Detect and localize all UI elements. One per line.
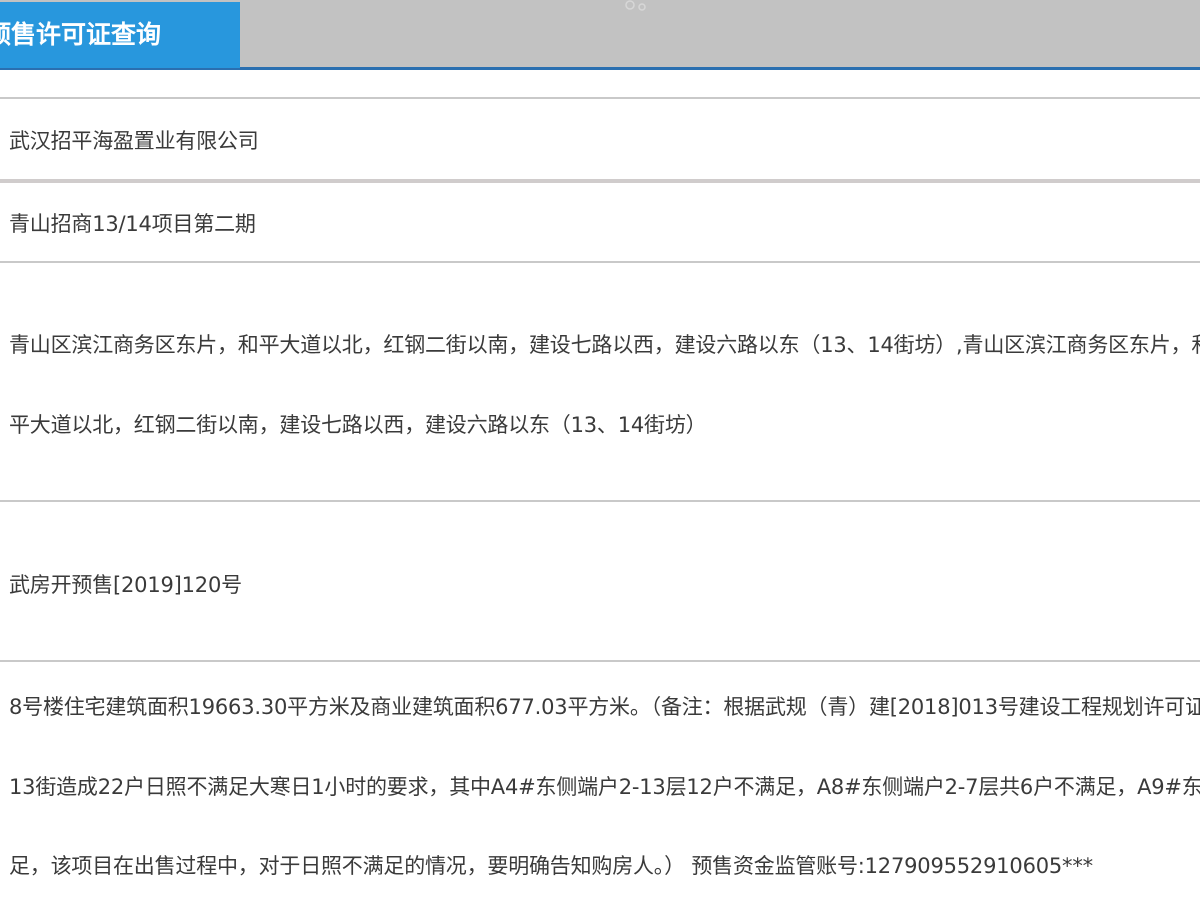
presale-license-page: 预售许可证查询 武汉招平海盈置业有限公司 青山招商13/14项目第二期 青山区滨…	[0, 0, 1200, 900]
watermark-icon	[625, 0, 646, 11]
location-row: 青山区滨江商务区东片，和平大道以北，红钢二街以南，建设七路以西，建设六路以东（1…	[0, 263, 1200, 500]
tab-bar: 预售许可证查询	[0, 0, 1200, 70]
company-name: 武汉招平海盈置业有限公司	[9, 129, 259, 153]
location-line: 平大道以北，红钢二街以南，建设七路以西，建设六路以东（13、14街坊）	[9, 413, 707, 437]
license-number: 武房开预售[2019]120号	[9, 573, 242, 597]
project-name: 青山招商13/14项目第二期	[9, 212, 256, 236]
remarks-line: 足，该项目在出售过程中，对于日照不满足的情况，要明确告知购房人。） 预售资金监管…	[9, 854, 1093, 878]
remarks-line: 13街造成22户日照不满足大寒日1小时的要求，其中A4#东侧端户2-13层12户…	[9, 775, 1200, 799]
company-row: 武汉招平海盈置业有限公司	[0, 99, 1200, 179]
tab-presale-license-query[interactable]: 预售许可证查询	[0, 2, 240, 68]
license-row: 武房开预售[2019]120号	[0, 502, 1200, 660]
remarks-line: 8号楼住宅建筑面积19663.30平方米及商业建筑面积677.03平方米。（备注…	[9, 695, 1200, 719]
remarks-row: 8号楼住宅建筑面积19663.30平方米及商业建筑面积677.03平方米。（备注…	[0, 662, 1200, 900]
location-line: 青山区滨江商务区东片，和平大道以北，红钢二街以南，建设七路以西，建设六路以东（1…	[9, 333, 1200, 357]
project-row: 青山招商13/14项目第二期	[0, 183, 1200, 261]
